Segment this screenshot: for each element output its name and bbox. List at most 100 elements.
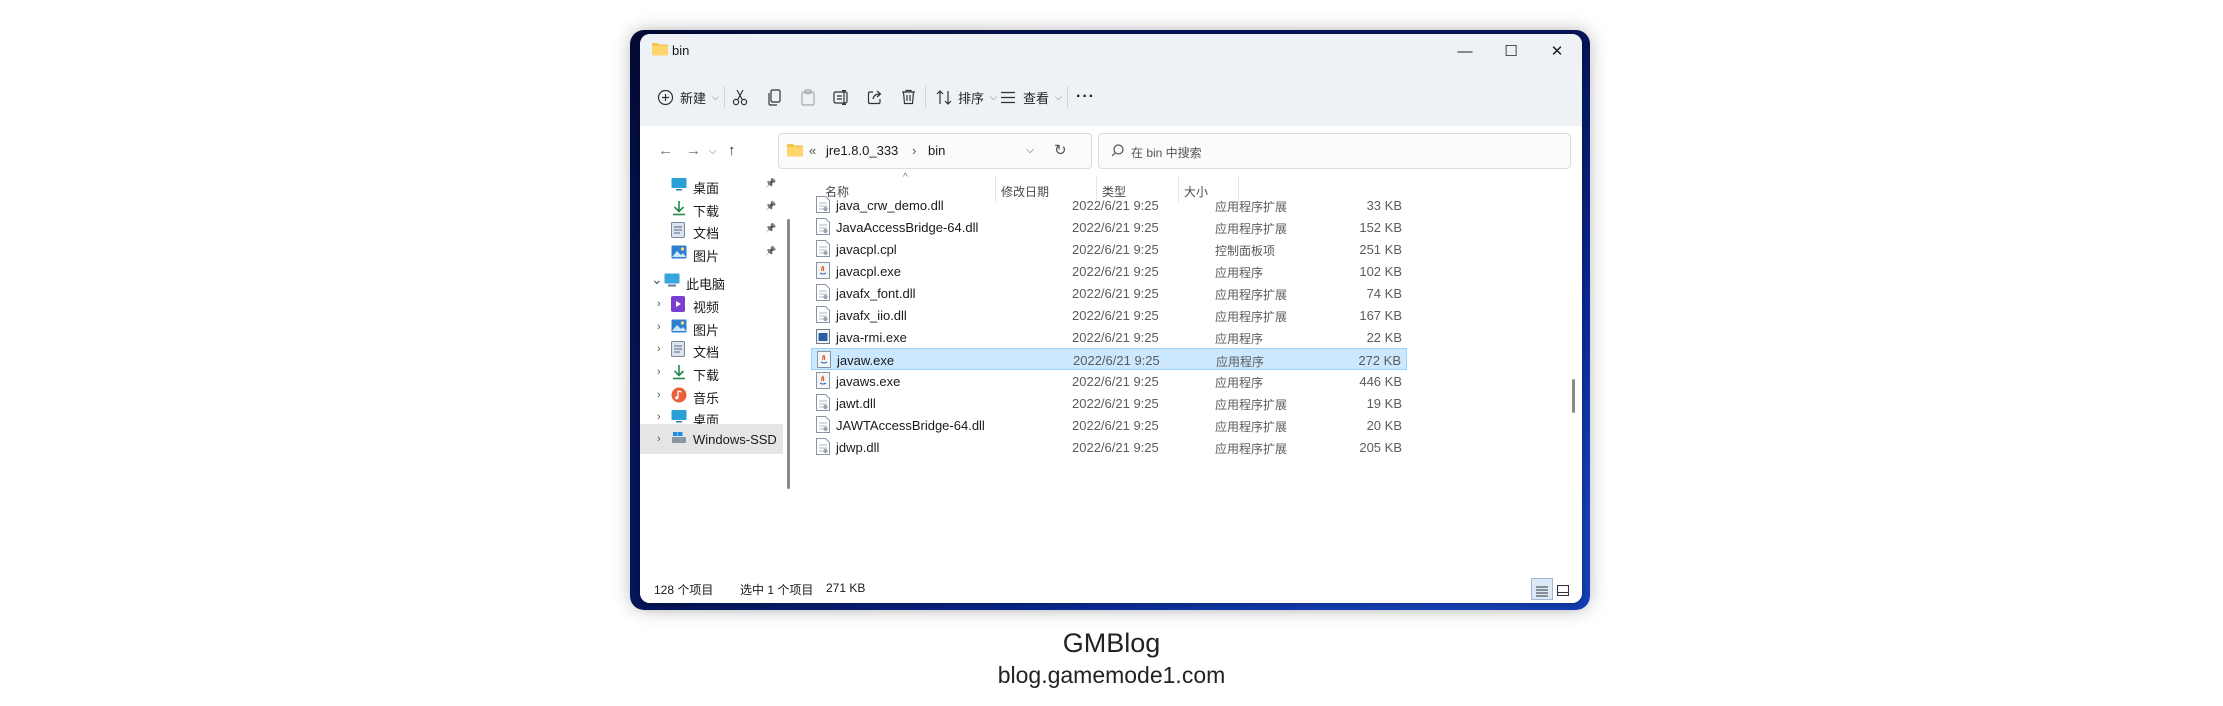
sidebar-item[interactable]: 图片 📌 (640, 238, 783, 268)
command-bar: 新建 ⌵ 排序 ⌵ 查看 ⌵ ··· (640, 68, 1582, 127)
file-row[interactable]: javacpl.cpl 2022/6/21 9:25 控制面板项 251 KB (811, 238, 1407, 260)
file-icon (816, 306, 830, 323)
chevron-down-icon[interactable]: ⌵ (1026, 144, 1034, 157)
file-date: 2022/6/21 9:25 (1072, 418, 1159, 433)
search-icon (1111, 144, 1124, 162)
delete-button[interactable] (901, 84, 916, 110)
new-label: 新建 (680, 90, 707, 106)
file-row[interactable]: jdwp.dll 2022/6/21 9:25 应用程序扩展 205 KB (811, 436, 1407, 458)
toolbar-divider (925, 86, 926, 108)
more-options-button[interactable]: ··· (1076, 84, 1095, 110)
document-icon (671, 341, 687, 357)
view-label: 查看 (1023, 90, 1050, 106)
preview-view-button[interactable] (1553, 578, 1573, 598)
picture-icon (671, 319, 687, 335)
file-row[interactable]: javaws.exe 2022/6/21 9:25 应用程序 446 KB (811, 370, 1407, 392)
chevron-down-icon[interactable]: ⌄ (651, 271, 663, 288)
file-size: 272 KB (1358, 353, 1401, 368)
file-list: ^ 名称 修改日期 类型 大小 java_crw_demo.dll 2022/6/… (795, 172, 1580, 574)
sidebar-scrollbar[interactable] (787, 219, 790, 489)
file-row[interactable]: JAWTAccessBridge-64.dll 2022/6/21 9:25 应用程… (811, 414, 1407, 436)
copy-button[interactable] (767, 84, 782, 110)
file-row[interactable]: java-rmi.exe 2022/6/21 9:25 应用程序 22 KB (811, 326, 1407, 348)
music-icon (671, 387, 687, 403)
list-view-icon (1000, 91, 1016, 104)
chevron-right-icon[interactable]: › (657, 433, 661, 445)
maximize-button[interactable]: ☐ (1488, 34, 1534, 68)
cut-button[interactable] (732, 84, 748, 110)
close-button[interactable]: ✕ (1534, 34, 1580, 68)
search-box[interactable]: 在 bin 中搜索 (1098, 133, 1571, 169)
recent-chevron-icon[interactable]: ⌵ (709, 146, 717, 157)
window-title: bin (672, 43, 690, 58)
paste-icon (801, 88, 815, 106)
file-name: javafx_font.dll (836, 286, 916, 301)
chevron-right-icon[interactable]: › (657, 411, 661, 423)
chevron-right-icon[interactable]: › (657, 366, 661, 378)
pin-icon: 📌 (765, 178, 777, 188)
file-row[interactable]: javafx_iio.dll 2022/6/21 9:25 应用程序扩展 167 KB (811, 304, 1407, 326)
sidebar-item[interactable]: › Windows-SSD (640, 424, 783, 454)
minimize-button[interactable]: — (1442, 34, 1488, 68)
file-type: 应用程序 (1215, 266, 1264, 280)
rename-button[interactable] (833, 84, 850, 110)
up-arrow-icon[interactable]: ↑ (728, 142, 736, 159)
forward-arrow-icon[interactable]: → (686, 142, 701, 159)
file-row[interactable]: JavaAccessBridge-64.dll 2022/6/21 9:25 应用程… (811, 216, 1407, 238)
file-name: javaw.exe (837, 353, 895, 368)
file-row[interactable]: java_crw_demo.dll 2022/6/21 9:25 应用程序扩展 33 … (811, 194, 1407, 216)
pin-icon: 📌 (765, 223, 777, 233)
file-type: 应用程序扩展 (1215, 222, 1288, 236)
file-icon (817, 351, 831, 368)
chevron-right-icon[interactable]: › (657, 321, 661, 333)
sort-button[interactable]: 排序 ⌵ (936, 84, 997, 110)
details-view-icon (1536, 586, 1548, 600)
breadcrumb-segment[interactable]: bin (928, 143, 945, 158)
file-row[interactable]: javaw.exe 2022/6/21 9:25 应用程序 272 KB (811, 348, 1407, 370)
file-type: 应用程序扩展 (1215, 288, 1288, 302)
file-row[interactable]: jawt.dll 2022/6/21 9:25 应用程序扩展 19 KB (811, 392, 1407, 414)
chevron-right-icon[interactable]: › (657, 343, 661, 355)
file-type: 应用程序扩展 (1215, 442, 1288, 456)
file-date: 2022/6/21 9:25 (1072, 308, 1159, 323)
file-type: 应用程序扩展 (1215, 420, 1288, 434)
file-list-scrollbar[interactable] (1572, 379, 1575, 413)
file-icon (816, 262, 830, 279)
share-button[interactable] (867, 84, 883, 110)
status-bar: 128 个项目 选中 1 个项目 271 KB (640, 574, 1582, 603)
file-date: 2022/6/21 9:25 (1073, 353, 1160, 368)
breadcrumb-segment[interactable]: jre1.8.0_333 (826, 143, 898, 158)
file-date: 2022/6/21 9:25 (1072, 220, 1159, 235)
download-icon (671, 200, 687, 216)
search-placeholder: 在 bin 中搜索 (1131, 146, 1202, 160)
toolbar-divider (1067, 86, 1068, 108)
address-bar[interactable]: « jre1.8.0_333 › bin ⌵ ↻ (778, 133, 1092, 169)
back-arrow-icon[interactable]: ← (658, 142, 673, 159)
file-type: 应用程序扩展 (1215, 200, 1288, 214)
file-row[interactable]: javacpl.exe 2022/6/21 9:25 应用程序 102 KB (811, 260, 1407, 282)
chevron-right-icon[interactable]: › (657, 389, 661, 401)
details-view-button[interactable] (1531, 578, 1553, 600)
file-size: 205 KB (1359, 440, 1402, 455)
navigation-bar: ← → ⌵ ↑ « jre1.8.0_333 › bin ⌵ ↻ 在 bin 中… (640, 126, 1582, 176)
file-icon (816, 372, 830, 389)
file-date: 2022/6/21 9:25 (1072, 440, 1159, 455)
file-icon (816, 196, 830, 213)
new-button[interactable]: 新建 ⌵ (657, 84, 719, 110)
file-date: 2022/6/21 9:25 (1072, 264, 1159, 279)
toolbar-divider (724, 86, 725, 108)
folder-icon (652, 42, 668, 61)
file-row[interactable]: javafx_font.dll 2022/6/21 9:25 应用程序扩展 74 KB (811, 282, 1407, 304)
folder-icon (787, 143, 803, 162)
chevron-right-icon[interactable]: › (657, 298, 661, 310)
paste-button[interactable] (801, 84, 815, 110)
file-type: 应用程序 (1215, 332, 1264, 346)
file-size: 446 KB (1359, 374, 1402, 389)
file-icon (816, 218, 830, 235)
overflow-chevron[interactable]: « (809, 143, 816, 158)
refresh-icon[interactable]: ↻ (1054, 141, 1067, 159)
preview-view-icon (1556, 584, 1570, 599)
file-name: JAWTAccessBridge-64.dll (836, 418, 985, 433)
desktop-icon (671, 177, 687, 193)
view-button[interactable]: 查看 ⌵ (1000, 84, 1062, 110)
